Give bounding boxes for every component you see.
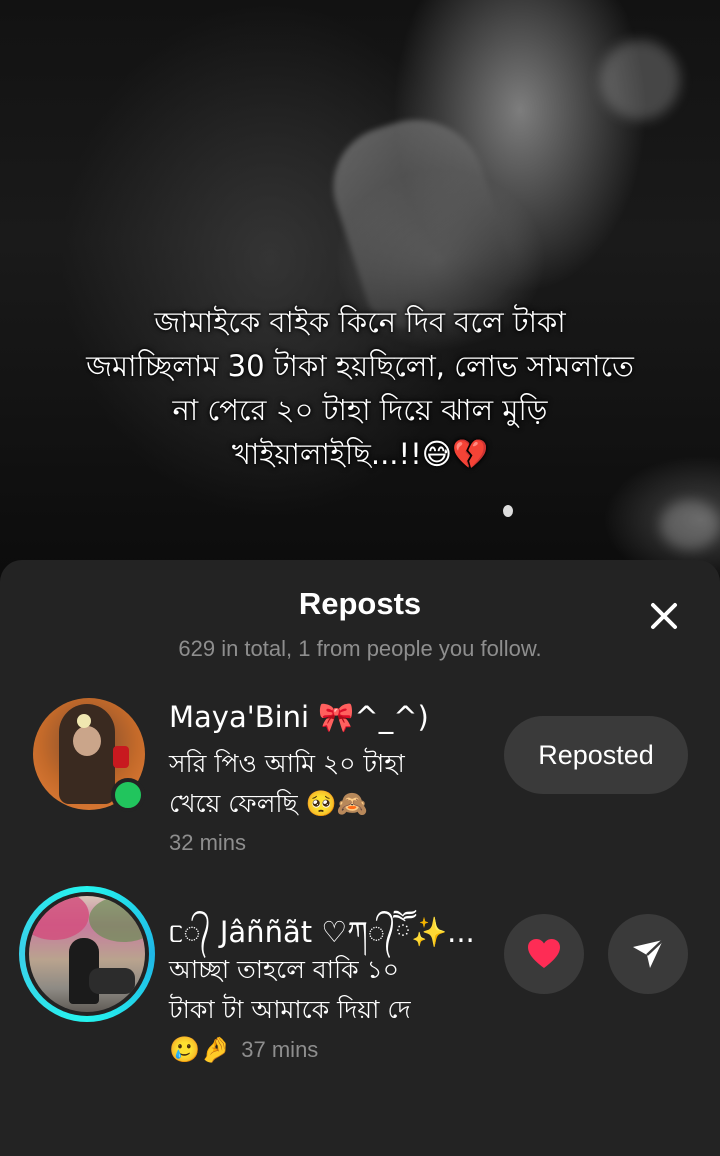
repost-comment: আচ্ছা তাহলে বাকি ১০ টাকা টা আমাকে দিয়া … [169,955,411,1024]
close-button[interactable] [642,594,686,638]
reposts-sheet: Reposts 629 in total, 1 from people you … [0,560,720,1156]
avatar[interactable] [33,698,145,812]
send-button[interactable] [608,914,688,994]
comment-emoji: 🥲🤌 [169,1035,232,1064]
repost-row[interactable]: ᥴ᭄ Jâññãt ♡ཀ᭄ཽ✨... আচ্ছা তাহলে বাকি ১০ ট… [0,884,720,1084]
sheet-title: Reposts [298,586,422,621]
timestamp: 37 mins [241,1037,319,1062]
comment-tail: 🥲🤌 37 mins [169,1030,318,1070]
bokeh-light [660,500,720,550]
video-background[interactable]: জামাইকে বাইক কিনে দিব বলে টাকা জমাচ্ছিলা… [0,0,720,600]
avatar-image [29,896,145,1012]
decor-dot [503,505,513,517]
bokeh-light [600,40,680,120]
heart-icon [528,939,560,968]
online-status-dot [111,778,145,812]
sheet-subtitle: 629 in total, 1 from people you follow. [178,636,542,661]
video-caption: জামাইকে বাইক কিনে দিব বলে টাকা জমাচ্ছিলা… [86,305,634,471]
avatar[interactable] [19,886,155,1022]
repost-comment: সরি পিও আমি ২০ টাহা খেয়ে ফেলছি 🥺🙈 [169,749,405,818]
reposted-button[interactable]: Reposted [504,716,688,794]
timestamp: 32 mins [169,830,247,855]
close-icon [651,603,677,629]
repost-row[interactable]: Maya'Bini 🎀^_^) সরি পিও আমি ২০ টাহা খেয়… [0,696,720,866]
like-button[interactable] [504,914,584,994]
username[interactable]: Maya'Bini 🎀^_^) [169,700,429,735]
send-icon [633,939,664,968]
